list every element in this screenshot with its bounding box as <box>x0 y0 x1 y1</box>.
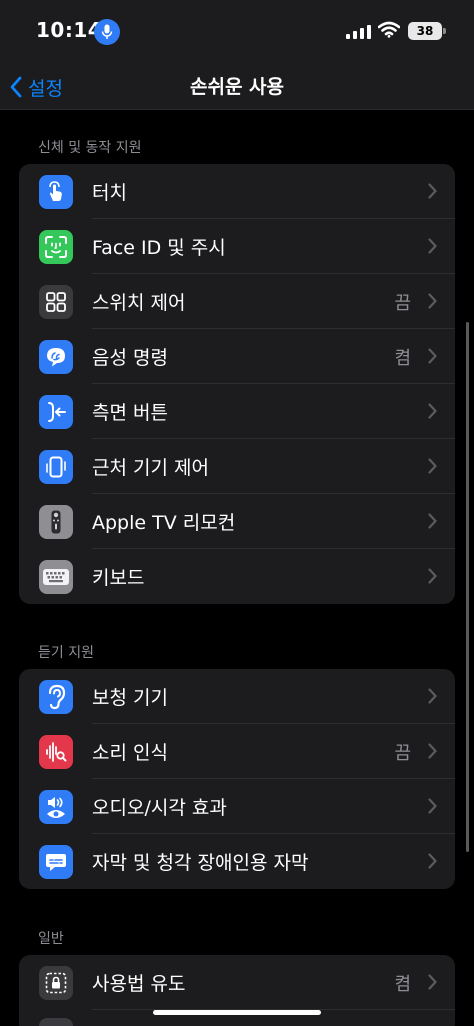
row-label: 스위치 제어 <box>92 292 186 314</box>
settings-group-general: 사용법 유도 켬 <box>19 955 455 1026</box>
settings-row-sound-recognition[interactable]: 소리 인식 끔 <box>19 724 455 779</box>
settings-group-physical-motor: 터치 Face ID 및 주시 스위치 제어 끔 음성 명령 켬 측면 버튼 근… <box>19 164 455 604</box>
page-title: 손쉬운 사용 <box>189 76 284 98</box>
row-label: 측면 버튼 <box>92 402 168 424</box>
status-bar: 10:14 38 <box>0 0 474 64</box>
nearby-devices-icon <box>39 450 73 484</box>
settings-row-face-id-attention[interactable]: Face ID 및 주시 <box>19 219 455 274</box>
chevron-right-icon <box>428 293 437 309</box>
row-label: 오디오/시각 효과 <box>92 797 227 819</box>
settings-row-hearing-devices[interactable]: 보청 기기 <box>19 669 455 724</box>
microphone-in-use-icon[interactable] <box>94 19 120 45</box>
chevron-right-icon <box>428 348 437 364</box>
home-indicator[interactable] <box>153 1010 321 1015</box>
chevron-right-icon <box>428 183 437 199</box>
section-header-physical-motor: 신체 및 동작 지원 <box>38 140 142 156</box>
row-label: 키보드 <box>92 567 145 589</box>
chevron-right-icon <box>428 743 437 759</box>
row-label: 터치 <box>92 182 127 204</box>
status-time: 10:14 <box>36 18 103 42</box>
chevron-right-icon <box>428 238 437 254</box>
row-label: 자막 및 청각 장애인용 자막 <box>92 852 309 874</box>
partial-row-icon <box>39 1018 73 1026</box>
cellular-signal-icon <box>346 25 371 39</box>
wifi-icon <box>377 21 401 42</box>
keyboard-icon <box>39 560 73 594</box>
chevron-right-icon <box>428 688 437 704</box>
settings-row-switch-control[interactable]: 스위치 제어 끔 <box>19 274 455 329</box>
scrollbar[interactable] <box>466 322 469 852</box>
section-header-general: 일반 <box>38 931 64 947</box>
settings-row-side-button[interactable]: 측면 버튼 <box>19 384 455 439</box>
settings-row-subtitles-captioning[interactable]: 자막 및 청각 장애인용 자막 <box>19 834 455 889</box>
hand-touch-icon <box>39 175 73 209</box>
settings-row-voice-control[interactable]: 음성 명령 켬 <box>19 329 455 384</box>
row-label: 사용법 유도 <box>92 973 186 995</box>
section-header-hearing: 듣기 지원 <box>38 645 94 661</box>
tv-remote-icon <box>39 505 73 539</box>
chevron-right-icon <box>428 458 437 474</box>
battery-nub <box>443 28 446 34</box>
row-value: 끔 <box>394 742 411 764</box>
chevron-right-icon <box>428 798 437 814</box>
ear-icon <box>39 680 73 714</box>
switch-control-icon <box>39 285 73 319</box>
sound-recognition-icon <box>39 735 73 769</box>
row-value: 끔 <box>394 292 411 314</box>
settings-row-audio-visual[interactable]: 오디오/시각 효과 <box>19 779 455 834</box>
row-label: 음성 명령 <box>92 347 168 369</box>
battery-indicator: 38 <box>408 22 442 40</box>
settings-group-hearing: 보청 기기 소리 인식 끔 오디오/시각 효과 자막 및 청각 장애인용 자막 <box>19 669 455 889</box>
chevron-right-icon <box>428 974 437 990</box>
row-label: 근처 기기 제어 <box>92 457 209 479</box>
row-label: Face ID 및 주시 <box>92 237 226 259</box>
subtitles-icon <box>39 845 73 879</box>
audio-visual-icon <box>39 790 73 824</box>
chevron-right-icon <box>428 568 437 584</box>
settings-row-touch[interactable]: 터치 <box>19 164 455 219</box>
navigation-bar: 설정 손쉬운 사용 <box>0 64 474 110</box>
voice-control-icon <box>39 340 73 374</box>
row-label: 소리 인식 <box>92 742 168 764</box>
chevron-right-icon <box>428 853 437 869</box>
row-value: 켬 <box>394 973 411 995</box>
chevron-right-icon <box>428 403 437 419</box>
settings-row-apple-tv-remote[interactable]: Apple TV 리모컨 <box>19 494 455 549</box>
row-label: 보청 기기 <box>92 687 168 709</box>
settings-row-guided-access[interactable]: 사용법 유도 켬 <box>19 955 455 1010</box>
row-label: Apple TV 리모컨 <box>92 512 236 534</box>
settings-row-keyboard[interactable]: 키보드 <box>19 549 455 604</box>
row-value: 켬 <box>394 347 411 369</box>
settings-row-control-nearby-devices[interactable]: 근처 기기 제어 <box>19 439 455 494</box>
face-id-icon <box>39 230 73 264</box>
side-button-icon <box>39 395 73 429</box>
guided-access-icon <box>39 966 73 1000</box>
chevron-right-icon <box>428 513 437 529</box>
